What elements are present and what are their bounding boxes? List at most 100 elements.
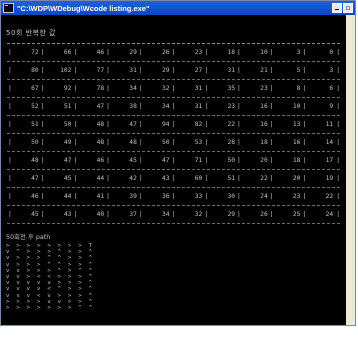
table-cell: | 34 bbox=[106, 85, 137, 92]
table-cell: | 92 bbox=[40, 85, 72, 92]
window-title: "C:\WDP\WDebug\Wcode listing.exe" bbox=[17, 3, 150, 13]
table-cell: | 67 bbox=[8, 85, 39, 92]
minimize-button[interactable] bbox=[332, 3, 342, 13]
restore-button[interactable]: ▫ bbox=[343, 3, 353, 13]
table-cell: | 80 bbox=[8, 67, 39, 74]
table-cell: | 10 bbox=[237, 49, 268, 56]
table-cell: | 16 bbox=[237, 121, 268, 128]
table-cell: | 51 bbox=[204, 175, 236, 182]
console-output: 50회 반복한 값 | 72 | 66 | 46 | 29 | 26 | 23 | 18 | 10 | 3 | 0 | |… bbox=[1, 15, 346, 325]
table-cell: | 51 bbox=[8, 121, 39, 128]
table-cell: | 19 bbox=[302, 175, 334, 182]
table-cell: | 18 bbox=[204, 49, 236, 56]
table-cell: | 10 bbox=[269, 103, 301, 110]
table-cell: | 41 bbox=[73, 193, 105, 200]
path-heading: 50회전 후 path bbox=[6, 233, 51, 241]
table-cell: | 43 bbox=[138, 175, 170, 182]
table-cell: | 33 bbox=[171, 193, 203, 200]
table-cell: | 94 bbox=[138, 121, 170, 128]
table-cell: | 34 bbox=[138, 103, 170, 110]
table-cell: | 50 bbox=[40, 121, 72, 128]
path-line: > > > > > > > ^ ^ bbox=[6, 305, 94, 312]
table-cell: | 44 bbox=[40, 193, 72, 200]
table-cell: | 102 bbox=[40, 67, 72, 74]
table-cell: | 77 bbox=[73, 67, 105, 74]
table-cell: | 3 bbox=[269, 49, 301, 56]
table-cell: | 23 bbox=[269, 193, 301, 200]
table-cell: | 53 bbox=[171, 139, 203, 146]
table-cell: | 48 bbox=[73, 121, 105, 128]
table-cell: | 51 bbox=[40, 103, 72, 110]
table-cell: | 47 bbox=[138, 157, 170, 164]
table-cell: | 50 bbox=[138, 139, 170, 146]
table-cell: | 49 bbox=[40, 139, 72, 146]
table-cell: | 21 bbox=[237, 67, 268, 74]
table-cell: | 24 bbox=[237, 193, 268, 200]
table-cell: | 29 bbox=[106, 49, 137, 56]
values-heading: 50회 반복한 값 bbox=[6, 29, 57, 37]
table-cell: | 23 bbox=[237, 85, 268, 92]
table-cell: | 46 bbox=[73, 157, 105, 164]
table-cell: | 11 bbox=[302, 121, 334, 128]
table-cell: | 43 bbox=[40, 211, 72, 218]
vertical-scrollbar[interactable] bbox=[346, 15, 355, 325]
table-cell: | 23 bbox=[171, 49, 203, 56]
table-cell: | 16 bbox=[237, 103, 268, 110]
table-cell: | 3 bbox=[302, 67, 334, 74]
table-cell: | 47 bbox=[8, 175, 39, 182]
table-row: | 52 | 51 | 47 | 38 | 34 | 31 | 23 | 16 | 10 | 9 | bbox=[7, 98, 340, 116]
table-cell: | 29 bbox=[204, 211, 236, 218]
table-cell: | 32 bbox=[138, 85, 170, 92]
table-row: | 80 | 102 | 77 | 31 | 29 | 27 | 31 | 21 | 5 | 3 | bbox=[7, 62, 340, 80]
table-cell: | 47 bbox=[40, 157, 72, 164]
table-cell: | 0 bbox=[302, 49, 334, 56]
console-app-icon bbox=[3, 3, 14, 13]
table-row: | 67 | 92 | 78 | 34 | 32 | 31 | 35 | 23 | 8 | 6 | bbox=[7, 80, 340, 98]
table-cell: | 45 bbox=[106, 157, 137, 164]
value-table: | 72 | 66 | 46 | 29 | 26 | 23 | 18 | 10 | 3 | 0 | | 80 | 102 | 77 |… bbox=[5, 44, 342, 224]
table-cell: | 16 bbox=[269, 139, 301, 146]
table-cell: | 71 bbox=[171, 157, 203, 164]
table-cell: | 31 bbox=[171, 103, 203, 110]
table-cell: | 20 bbox=[269, 175, 301, 182]
table-cell: | 30 bbox=[204, 193, 236, 200]
table-cell: | 39 bbox=[106, 193, 137, 200]
table-cell: | 32 bbox=[171, 211, 203, 218]
table-cell: | 48 bbox=[106, 139, 137, 146]
table-cell: | 48 bbox=[8, 157, 39, 164]
table-cell: | 45 bbox=[8, 211, 39, 218]
table-cell: | 31 bbox=[106, 67, 137, 74]
title-bar[interactable]: "C:\WDP\WDebug\Wcode listing.exe" ▫ bbox=[1, 1, 355, 15]
table-cell: | 25 bbox=[269, 211, 301, 218]
console-window: "C:\WDP\WDebug\Wcode listing.exe" ▫ 50회 … bbox=[0, 0, 356, 326]
table-cell: | 24 bbox=[302, 211, 334, 218]
table-cell: | 20 bbox=[237, 157, 268, 164]
table-cell: | 42 bbox=[106, 175, 137, 182]
table-cell: | 9 bbox=[302, 103, 334, 110]
table-cell: | 18 bbox=[237, 139, 268, 146]
table-cell: | 26 bbox=[237, 211, 268, 218]
table-cell: | 26 bbox=[138, 49, 170, 56]
table-cell: | 48 bbox=[73, 139, 105, 146]
table-cell: | 18 bbox=[269, 157, 301, 164]
table-cell: | 8 bbox=[269, 85, 301, 92]
table-cell: | 31 bbox=[204, 67, 236, 74]
table-cell: | 22 bbox=[237, 175, 268, 182]
table-cell: | 50 bbox=[8, 139, 39, 146]
table-cell: | 22 bbox=[204, 121, 236, 128]
table-cell: | 6 bbox=[302, 85, 334, 92]
table-row: | 48 | 47 | 46 | 45 | 47 | 71 | 50 | 20 | 18 | 17 | bbox=[7, 152, 340, 170]
table-cell: | 44 bbox=[73, 175, 105, 182]
table-cell: | 40 bbox=[73, 211, 105, 218]
table-row: | 50 | 49 | 48 | 48 | 50 | 53 | 28 | 18 | 16 | 14 | bbox=[7, 134, 340, 152]
table-cell: | 28 bbox=[204, 139, 236, 146]
table-cell: | 34 bbox=[138, 211, 170, 218]
table-row: | 51 | 50 | 48 | 47 | 94 | 82 | 22 | 16 | 13 | 11 | bbox=[7, 116, 340, 134]
table-cell: | 5 bbox=[269, 67, 301, 74]
table-cell: | 47 bbox=[73, 103, 105, 110]
table-cell: | 22 bbox=[302, 193, 334, 200]
table-cell: | 14 bbox=[302, 139, 334, 146]
table-cell: | 45 bbox=[40, 175, 72, 182]
table-cell: | 78 bbox=[73, 85, 105, 92]
path-grid: > > > > > > > > Tv ^ > > > ^ > > ^ v > > … bbox=[5, 243, 342, 311]
